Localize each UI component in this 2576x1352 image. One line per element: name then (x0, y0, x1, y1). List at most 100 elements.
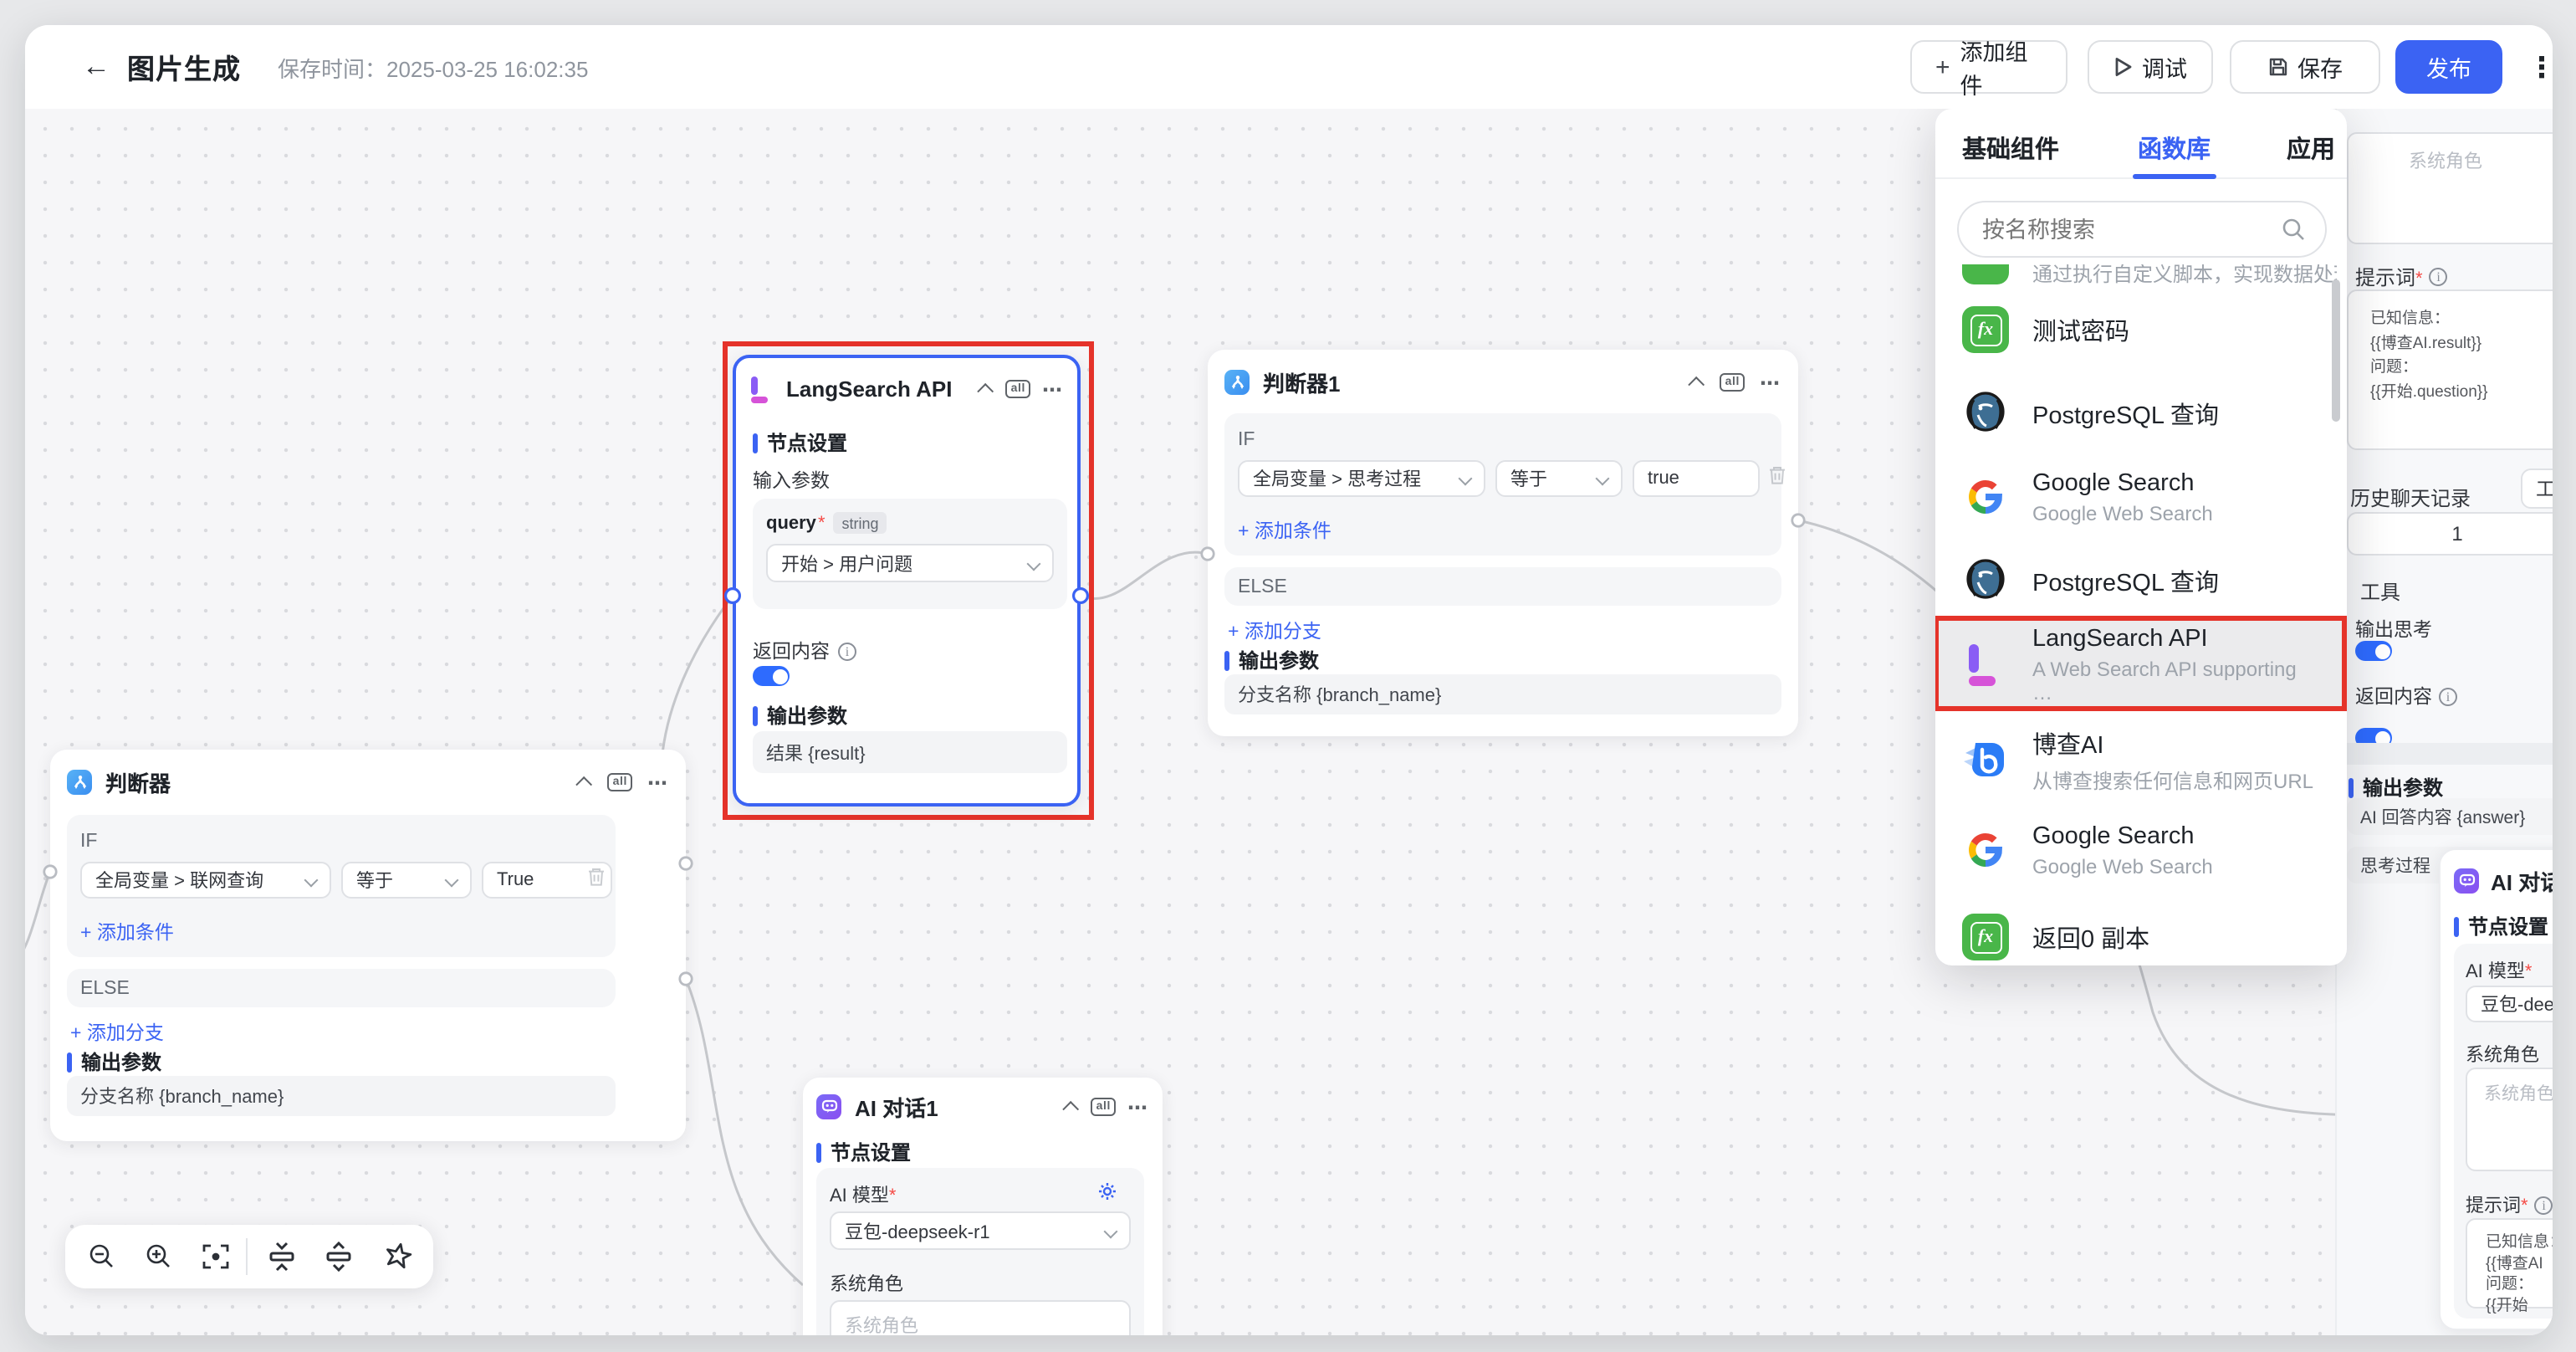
list-item-title: PostgreSQL 查询 (2032, 563, 2219, 598)
condition-operator-value: 等于 (356, 867, 393, 894)
condition-operator-select[interactable]: 等于 (341, 862, 472, 899)
back-button[interactable]: ← (82, 50, 110, 84)
if-branch-section: IF 全局变量 > 联网查询 等于 True + 添加条件 (67, 815, 616, 957)
node-menu-icon[interactable]: ⋯ (1042, 377, 1064, 401)
node-ai-chat1[interactable]: AI 对话1 all ⋯ 节点设置 AI 模型* (803, 1078, 1163, 1335)
list-item[interactable]: Google Search Google Web Search (1935, 805, 2347, 895)
node-ai-chat2[interactable]: AI 对话2 节点设置 AI 模型* 豆包-deep 系统角色 系统角色 提示词… (2439, 848, 2553, 1330)
list-item[interactable]: fx 返回0 副本 (1935, 895, 2347, 965)
prompt-line: 已知信息： (2486, 1233, 2553, 1254)
zoom-in-icon[interactable] (146, 1243, 172, 1270)
panel-prompt-textarea[interactable]: 已知信息： {{博查AI.result}} 问题： {{开始.question}… (2347, 289, 2553, 450)
all-badge-icon[interactable]: all (1006, 380, 1030, 398)
list-item[interactable]: PostgreSQL 查询 (1935, 539, 2347, 622)
node-langsearch[interactable]: LangSearch API all ⋯ 节点设置 输入参数 query* st… (733, 355, 1081, 807)
output-branch-name: 分支名称 {branch_name} (1224, 674, 1781, 714)
expand-all-icon[interactable] (325, 1242, 353, 1272)
list-item-title: 测试密码 (2032, 312, 2129, 347)
node-judge1[interactable]: 判断器1 all ⋯ IF 全局变量 > 思考过程 等于 (1208, 350, 1798, 736)
model-settings-gear-icon[interactable] (1097, 1181, 1117, 1201)
collapse-node-icon[interactable] (1063, 1101, 1080, 1118)
search-input[interactable] (1979, 215, 2282, 243)
more-menu-button[interactable]: ⋮ (2527, 52, 2553, 85)
prompt-textarea[interactable]: 已知信息： {{博查AI 问题： {{开始 (2466, 1218, 2553, 1308)
condition-value-input[interactable]: true (1633, 460, 1760, 497)
node-title: 判断器1 (1263, 366, 1340, 398)
node-judge[interactable]: 判断器 all ⋯ IF 全局变量 > 联网查询 等于 (50, 750, 686, 1141)
prompt-line: 问题： (2486, 1275, 2553, 1296)
favorite-star-icon[interactable] (383, 1242, 413, 1272)
if-branch-section: IF 全局变量 > 思考过程 等于 true + 添加条件 (1224, 413, 1781, 556)
script-icon (1962, 264, 2009, 284)
if-label: IF (80, 832, 97, 852)
langsearch-item-highlight-box (1935, 616, 2347, 711)
add-branch-link[interactable]: + 添加分支 (70, 1019, 164, 1046)
fx-icon: fx (1962, 914, 2009, 960)
clipped-list-row: 通过执行自定义脚本，实现数据处理 (1935, 264, 2337, 286)
save-label: 保存 (2297, 50, 2343, 84)
add-component-label: 添加组件 (1960, 33, 2042, 100)
collapse-all-icon[interactable] (268, 1242, 296, 1272)
system-role-textarea[interactable]: 系统角色 (830, 1300, 1131, 1335)
ai-model-select[interactable]: 豆包-deepseek-r1 (830, 1211, 1131, 1250)
output-answer: AI 回答内容 {answer} (2347, 798, 2553, 835)
all-badge-icon[interactable]: all (608, 773, 632, 791)
publish-label: 发布 (2426, 50, 2471, 84)
model-section: AI 模型* 豆包-deep 系统角色 系统角色 提示词* i 已知信息： {{… (2454, 944, 2553, 1319)
condition-variable-select[interactable]: 全局变量 > 联网查询 (80, 862, 331, 899)
node-menu-icon[interactable]: ⋯ (647, 771, 669, 794)
list-item[interactable]: fx 测试密码 (1935, 288, 2347, 371)
tab-apps[interactable]: 应用 (2287, 131, 2335, 166)
info-icon: i (838, 642, 856, 660)
zoom-out-icon[interactable] (89, 1243, 115, 1270)
delete-condition-icon[interactable] (587, 867, 606, 887)
add-component-button[interactable]: + 添加组件 (1910, 40, 2067, 94)
output-think-toggle[interactable] (2355, 641, 2392, 661)
collapse-node-icon[interactable] (576, 776, 593, 793)
list-item[interactable]: 博查AI 从博查搜索任何信息和网页URL (1935, 714, 2347, 805)
history-count-input[interactable]: 1 (2347, 512, 2553, 556)
add-branch-link[interactable]: + 添加分支 (1228, 617, 1321, 644)
list-item[interactable]: Google Search Google Web Search (1935, 455, 2347, 539)
system-role-placeholder: 系统角色 (845, 1312, 918, 1335)
section-divider (2337, 743, 2553, 765)
ai-model-select[interactable]: 豆包-deep (2466, 986, 2553, 1022)
condition-operator-select[interactable]: 等于 (1495, 460, 1623, 497)
prompt-label: 提示词* i (2466, 1191, 2553, 1218)
save-button[interactable]: 保存 (2230, 40, 2380, 94)
delete-condition-icon[interactable] (1768, 465, 1786, 485)
add-condition-link[interactable]: + 添加条件 (80, 919, 174, 945)
condition-variable-value: 全局变量 > 思考过程 (1253, 465, 1421, 492)
info-icon: i (2535, 1196, 2553, 1214)
collapse-node-icon[interactable] (978, 383, 994, 400)
tab-basic-components[interactable]: 基础组件 (1962, 131, 2059, 166)
output-params-header: 输出参数 (81, 1047, 161, 1076)
condition-variable-select[interactable]: 全局变量 > 思考过程 (1238, 460, 1485, 497)
tools-label: 工具 (2360, 577, 2400, 606)
system-role-textarea[interactable]: 系统角色 (2466, 1068, 2553, 1171)
fit-view-icon[interactable] (202, 1243, 229, 1270)
system-role-placeholder: 系统角色 (2481, 1081, 2553, 1106)
add-condition-link[interactable]: + 添加条件 (1238, 517, 1331, 544)
search-box[interactable] (1957, 201, 2327, 258)
list-item-desc: Google Web Search (2032, 854, 2213, 878)
tab-function-library[interactable]: 函数库 (2138, 131, 2211, 166)
app-root: ← 图片生成 保存时间：2025-03-25 16:02:35 + 添加组件 调… (0, 0, 2576, 1352)
query-binding-select[interactable]: 开始 > 用户问题 (766, 544, 1054, 582)
all-badge-icon[interactable]: all (1720, 373, 1745, 392)
query-label: query (766, 513, 816, 533)
node-title: 判断器 (105, 766, 171, 798)
else-label: ELSE (1238, 576, 1287, 597)
node-menu-icon[interactable]: ⋯ (1760, 371, 1781, 394)
node-menu-icon[interactable]: ⋯ (1127, 1095, 1149, 1119)
return-content-label: 返回内容i (753, 638, 856, 664)
tools-tab-button[interactable]: 工 (2521, 469, 2553, 509)
condition-value: True (497, 870, 534, 890)
debug-button[interactable]: 调试 (2088, 40, 2213, 94)
panel-system-role-textarea[interactable]: 系统角色 (2347, 132, 2553, 244)
return-content-toggle[interactable] (753, 666, 790, 686)
list-item[interactable]: PostgreSQL 查询 (1935, 371, 2347, 455)
publish-button[interactable]: 发布 (2395, 40, 2502, 94)
collapse-node-icon[interactable] (1689, 376, 1705, 393)
all-badge-icon[interactable]: all (1091, 1098, 1116, 1116)
